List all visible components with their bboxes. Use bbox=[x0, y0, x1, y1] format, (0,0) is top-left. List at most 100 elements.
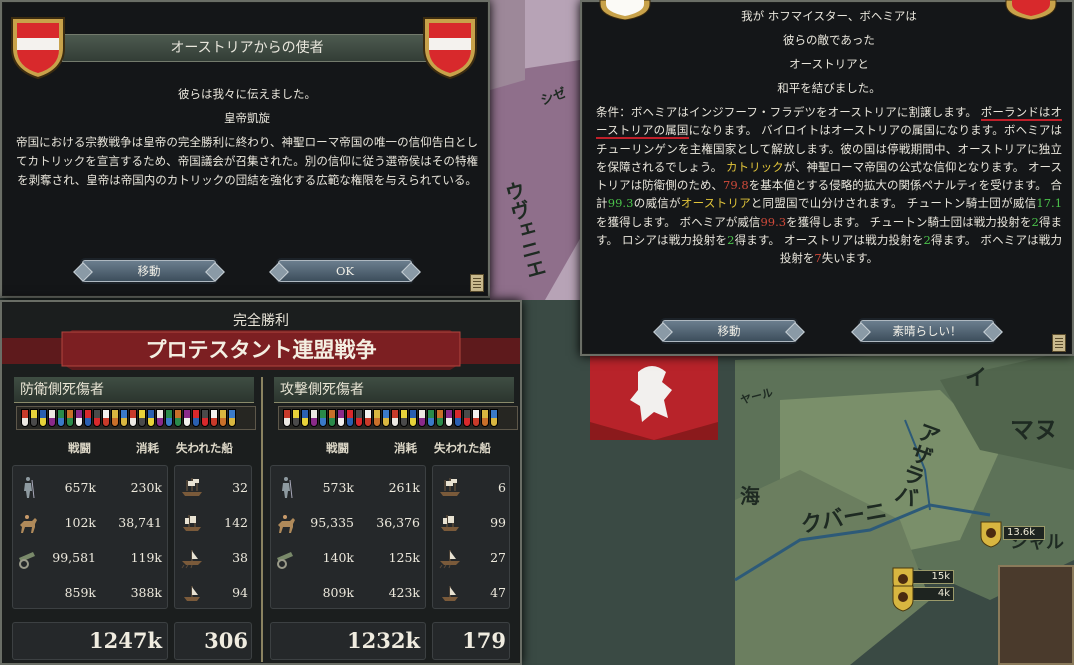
country-flag-icon[interactable] bbox=[346, 409, 354, 427]
country-flag-icon[interactable] bbox=[445, 409, 453, 427]
ledger-icon[interactable] bbox=[1052, 334, 1066, 352]
country-flag-icon[interactable] bbox=[436, 409, 444, 427]
heavy-ship-icon bbox=[180, 476, 204, 500]
move-button[interactable]: 移動 bbox=[662, 320, 796, 342]
country-flag-icon[interactable] bbox=[219, 409, 227, 427]
war-result-panel: 完全勝利 プロテスタント連盟戦争 防衛側死傷者 攻撃側死傷者 戦闘 消耗 失われ… bbox=[0, 300, 522, 665]
light-ship-icon bbox=[438, 511, 462, 535]
country-flag-icon[interactable] bbox=[84, 409, 92, 427]
army-shield-icon[interactable] bbox=[890, 584, 916, 612]
country-flag-icon[interactable] bbox=[75, 409, 83, 427]
country-flag-icon[interactable] bbox=[57, 409, 65, 427]
country-flag-icon[interactable] bbox=[138, 409, 146, 427]
country-flag-icon[interactable] bbox=[102, 409, 110, 427]
attrition-losses: 125k bbox=[388, 550, 420, 565]
country-flag-icon[interactable] bbox=[481, 409, 489, 427]
ok-button[interactable]: OK bbox=[278, 260, 412, 282]
country-flag-icon[interactable] bbox=[66, 409, 74, 427]
country-flag-icon[interactable] bbox=[120, 409, 128, 427]
country-flag-icon[interactable] bbox=[93, 409, 101, 427]
attrition-losses: 36,376 bbox=[376, 515, 420, 530]
country-flag-icon[interactable] bbox=[319, 409, 327, 427]
army-strength-badge[interactable]: 13.6k bbox=[1003, 526, 1045, 540]
country-flag-icon[interactable] bbox=[228, 409, 236, 427]
army-strength-badge[interactable]: 15k bbox=[910, 570, 954, 584]
country-flag-icon[interactable] bbox=[111, 409, 119, 427]
country-flag-icon[interactable] bbox=[147, 409, 155, 427]
country-flag-icon[interactable] bbox=[310, 409, 318, 427]
country-flag-icon[interactable] bbox=[418, 409, 426, 427]
defender-header: 防衛側死傷者 bbox=[14, 377, 254, 403]
country-flag-icon[interactable] bbox=[427, 409, 435, 427]
country-flag-icon[interactable] bbox=[400, 409, 408, 427]
army-shield-icon[interactable] bbox=[978, 520, 1004, 548]
country-flag-icon[interactable] bbox=[21, 409, 29, 427]
col-battle: 戦闘 bbox=[68, 441, 91, 455]
country-flag-icon[interactable] bbox=[373, 409, 381, 427]
country-flag-icon[interactable] bbox=[382, 409, 390, 427]
peace-line-1: 我が ホフマイスター、ボヘミアは bbox=[741, 9, 917, 23]
peace-dialog: 我が ホフマイスター、ボヘミアは 彼らの敵であった オーストリアと 和平を結びま… bbox=[580, 0, 1074, 356]
country-flag-icon[interactable] bbox=[174, 409, 182, 427]
country-flag-icon[interactable] bbox=[283, 409, 291, 427]
galley-icon bbox=[180, 546, 204, 570]
country-flag-icon[interactable] bbox=[301, 409, 309, 427]
country-flag-icon[interactable] bbox=[490, 409, 498, 427]
transport-icon bbox=[438, 581, 462, 605]
army-strength-badge[interactable]: 4k bbox=[910, 587, 954, 601]
country-flag-icon[interactable] bbox=[409, 409, 417, 427]
defender-flags[interactable] bbox=[16, 406, 256, 430]
map-ui-corner[interactable] bbox=[998, 565, 1074, 665]
battle-losses: 573k bbox=[322, 480, 354, 495]
country-flag-icon[interactable] bbox=[156, 409, 164, 427]
ledger-icon[interactable] bbox=[470, 274, 484, 292]
country-flag-icon[interactable] bbox=[39, 409, 47, 427]
attrition-losses: 230k bbox=[130, 480, 162, 495]
attacker-flags[interactable] bbox=[278, 406, 518, 430]
dialog-intro: 彼らは我々に伝えました。 bbox=[178, 87, 316, 101]
country-flag-icon[interactable] bbox=[192, 409, 200, 427]
attrition-losses: 119k bbox=[130, 550, 162, 565]
peace-terms: 条件：ボヘミアはインジフーフ・フラデツをオーストリアに割譲します。 ポーランドは… bbox=[596, 105, 1063, 266]
peace-line-2: 彼らの敵であった bbox=[783, 33, 875, 47]
country-flag-icon[interactable] bbox=[472, 409, 480, 427]
attacker-total-losses: 1232k bbox=[347, 628, 420, 653]
country-flag-icon[interactable] bbox=[328, 409, 336, 427]
artillery-icon bbox=[16, 546, 40, 570]
great-button[interactable]: 素晴らしい！ bbox=[860, 320, 994, 342]
country-flag-icon[interactable] bbox=[48, 409, 56, 427]
envoy-dialog: オーストリアからの使者 彼らは我々に伝えました。 皇帝凱旋 帝国における宗教戦争… bbox=[0, 0, 490, 298]
country-flag-icon[interactable] bbox=[30, 409, 38, 427]
country-flag-icon[interactable] bbox=[454, 409, 462, 427]
country-flag-icon[interactable] bbox=[463, 409, 471, 427]
peace-line-4: 和平を結びました。 bbox=[777, 81, 881, 95]
country-flag-icon[interactable] bbox=[129, 409, 137, 427]
country-flag-icon[interactable] bbox=[337, 409, 345, 427]
country-flag-icon[interactable] bbox=[292, 409, 300, 427]
country-flag-icon[interactable] bbox=[391, 409, 399, 427]
artillery-icon bbox=[274, 546, 298, 570]
defender-total-losses: 1247k bbox=[89, 628, 162, 653]
battle-losses: 99,581 bbox=[52, 550, 96, 565]
battle-losses: 95,335 bbox=[310, 515, 354, 530]
side-divider bbox=[261, 377, 263, 662]
country-flag-icon[interactable] bbox=[355, 409, 363, 427]
peace-line-3: オーストリアと bbox=[789, 57, 869, 71]
ships-lost: 32 bbox=[232, 480, 248, 495]
country-flag-icon[interactable] bbox=[165, 409, 173, 427]
country-flag-icon[interactable] bbox=[210, 409, 218, 427]
battle-losses: 859k bbox=[64, 585, 96, 600]
map-label-manu: マヌ bbox=[1010, 415, 1058, 444]
attrition-losses: 388k bbox=[130, 585, 162, 600]
battle-losses: 809k bbox=[322, 585, 354, 600]
col-battle: 戦闘 bbox=[326, 441, 349, 455]
country-flag-icon[interactable] bbox=[201, 409, 209, 427]
war-name: プロテスタント連盟戦争 bbox=[145, 337, 377, 362]
move-button[interactable]: 移動 bbox=[82, 260, 216, 282]
battle-losses: 102k bbox=[64, 515, 96, 530]
event-title: 皇帝凱旋 bbox=[224, 111, 270, 125]
cavalry-icon bbox=[16, 511, 40, 535]
country-flag-icon[interactable] bbox=[183, 409, 191, 427]
attacker-header: 攻撃側死傷者 bbox=[274, 377, 514, 403]
country-flag-icon[interactable] bbox=[364, 409, 372, 427]
